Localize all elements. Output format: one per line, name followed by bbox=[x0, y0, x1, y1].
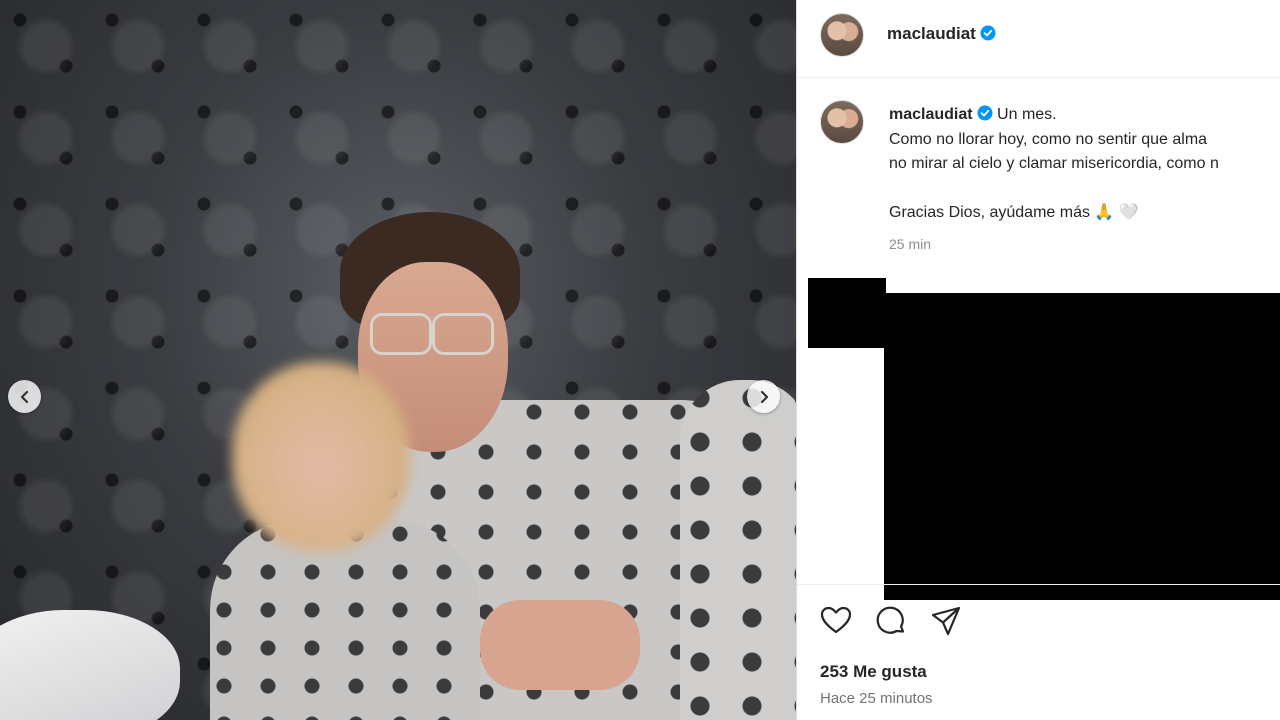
caption-timestamp: 25 min bbox=[889, 236, 932, 252]
verified-badge-icon bbox=[980, 25, 996, 41]
actions-divider bbox=[797, 584, 1280, 585]
redaction-block bbox=[808, 278, 886, 348]
child-pajamas bbox=[210, 520, 480, 720]
username-text[interactable]: maclaudiat bbox=[887, 24, 976, 43]
man-leg bbox=[680, 380, 796, 720]
caption-first-line: Un mes. bbox=[997, 106, 1057, 123]
caption-line-2: Como no llorar hoy, como no sentir que a… bbox=[889, 130, 1208, 148]
share-icon bbox=[931, 606, 961, 636]
next-photo-button[interactable] bbox=[747, 380, 780, 413]
post-timestamp: Hace 25 minutos bbox=[820, 690, 933, 707]
comment-icon bbox=[876, 606, 905, 634]
previous-photo-button[interactable] bbox=[8, 380, 41, 413]
caption-line-4: Gracias Dios, ayúdame más 🙏 🤍 bbox=[889, 203, 1139, 221]
like-button[interactable] bbox=[819, 604, 853, 638]
post-photo bbox=[0, 0, 796, 720]
heart-icon bbox=[820, 606, 852, 634]
glasses-right-lens bbox=[432, 313, 494, 355]
redaction-block bbox=[884, 293, 1280, 600]
caption-line-1: maclaudiat Un mes. bbox=[889, 103, 1280, 128]
post-side-panel: maclaudiat maclaudiat Un mes. Como no ll… bbox=[796, 0, 1280, 720]
chevron-left-icon bbox=[20, 390, 28, 403]
glasses-left-lens bbox=[370, 313, 432, 355]
likes-count[interactable]: 253 Me gusta bbox=[820, 662, 927, 682]
comment-button[interactable] bbox=[874, 604, 908, 638]
caption-username[interactable]: maclaudiat bbox=[889, 106, 973, 123]
share-button[interactable] bbox=[929, 604, 963, 638]
caption-avatar[interactable] bbox=[820, 100, 864, 144]
header-divider bbox=[797, 77, 1280, 78]
verified-badge-icon bbox=[977, 105, 993, 121]
chevron-right-icon bbox=[760, 390, 768, 403]
caption-line-3: no mirar al cielo y clamar misericordia,… bbox=[889, 155, 1219, 172]
child-face-blurred bbox=[232, 362, 410, 552]
avatar[interactable] bbox=[820, 13, 864, 57]
caption-text: maclaudiat Un mes. Como no llorar hoy, c… bbox=[889, 103, 1280, 225]
man-hand bbox=[480, 600, 640, 690]
header-username-link[interactable]: maclaudiat bbox=[887, 24, 996, 44]
